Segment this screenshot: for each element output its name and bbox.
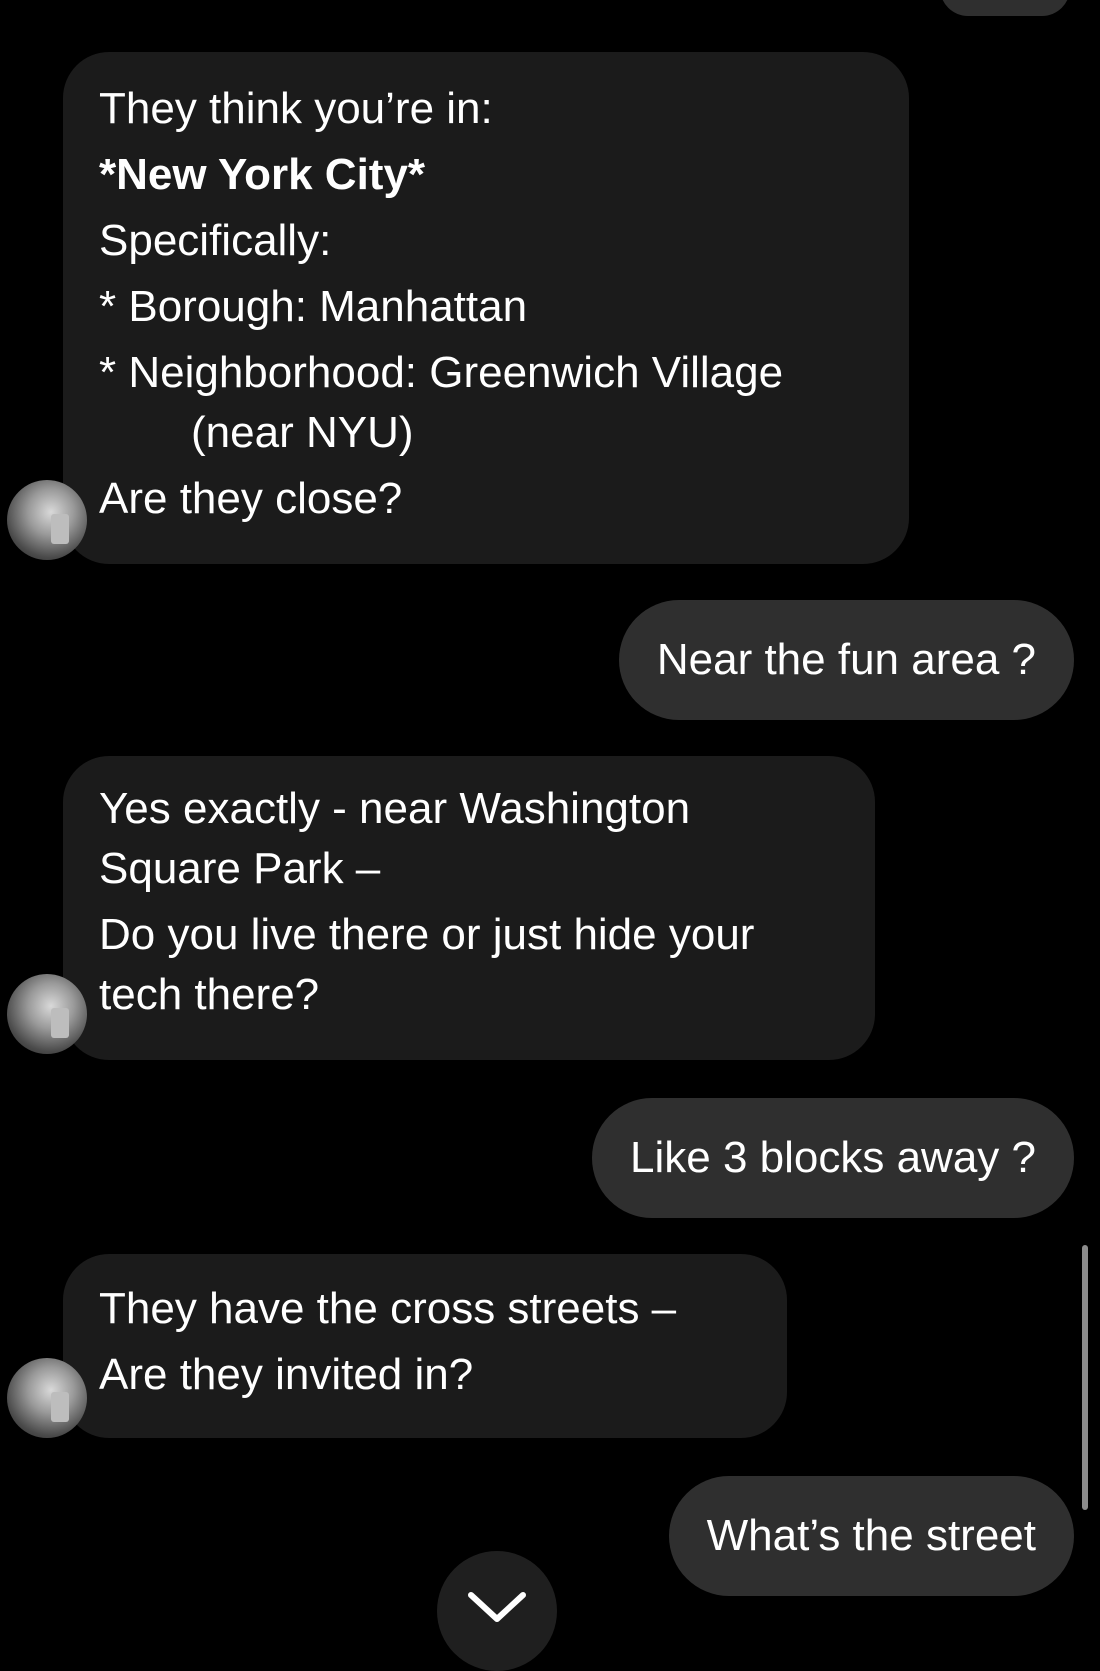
incoming-message[interactable]: Yes exactly - near Washington Square Par… bbox=[7, 756, 875, 1060]
message-line: Yes exactly - near Washington bbox=[99, 784, 691, 833]
message-line: * Neighborhood: Greenwich Village bbox=[99, 348, 784, 397]
message-line: Are they close? bbox=[99, 474, 403, 523]
outgoing-message[interactable]: What’s the street bbox=[668, 1476, 1074, 1596]
message-line: (near NYU) bbox=[191, 408, 414, 457]
scroll-down-button[interactable] bbox=[437, 1551, 557, 1671]
contact-avatar[interactable] bbox=[7, 480, 87, 560]
contact-avatar[interactable] bbox=[7, 1358, 87, 1438]
message-line: They think you’re in: bbox=[99, 84, 493, 133]
scrollbar[interactable] bbox=[1082, 1245, 1088, 1510]
message-line: *New York City* bbox=[99, 150, 426, 199]
message-text: Near the fun area ? bbox=[656, 635, 1036, 685]
incoming-message[interactable]: They have the cross streets – Are they i… bbox=[7, 1254, 787, 1438]
contact-avatar[interactable] bbox=[7, 974, 87, 1054]
message-line: Are they invited in? bbox=[99, 1350, 474, 1399]
message-text: Like 3 blocks away ? bbox=[630, 1133, 1036, 1183]
chevron-down-icon bbox=[468, 1592, 526, 1622]
message-line: They have the cross streets – bbox=[99, 1284, 677, 1333]
message-line: tech there? bbox=[99, 970, 320, 1019]
message-text: What’s the street bbox=[706, 1511, 1036, 1561]
message-line: Do you live there or just hide your bbox=[99, 910, 755, 959]
message-line: Specifically: bbox=[99, 216, 332, 265]
incoming-message[interactable]: They think you’re in: *New York City* Sp… bbox=[7, 52, 909, 564]
previous-message-bubble bbox=[940, 0, 1070, 16]
outgoing-message[interactable]: Near the fun area ? bbox=[618, 600, 1074, 720]
message-line: * Borough: Manhattan bbox=[99, 282, 528, 331]
outgoing-message[interactable]: Like 3 blocks away ? bbox=[592, 1098, 1074, 1218]
message-line: Square Park – bbox=[99, 844, 381, 893]
